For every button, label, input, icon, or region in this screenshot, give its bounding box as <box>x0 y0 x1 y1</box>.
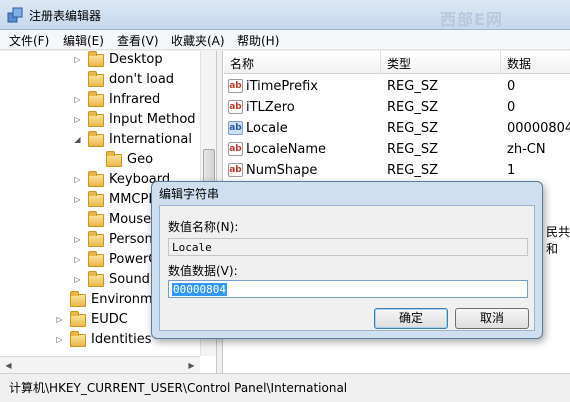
list-row-selected[interactable]: ab Locale REG_SZ 00000804 <box>224 118 570 139</box>
string-value-icon: ab <box>228 142 243 156</box>
title-bar: 注册表编辑器 西部E网 <box>0 0 570 30</box>
value-data-input[interactable]: 00000804 <box>168 280 528 298</box>
scroll-left-icon[interactable]: ◀ <box>0 357 17 373</box>
tree-item-label: Sound <box>109 272 150 287</box>
tree-item-label: Desktop <box>109 52 163 67</box>
folder-icon <box>70 311 86 327</box>
value-name: iTimePrefix <box>246 79 318 94</box>
expand-icon[interactable]: ▷ <box>55 315 64 324</box>
value-name-field: Locale <box>168 238 528 256</box>
tree-item-label: Input Method <box>109 112 196 127</box>
string-value-icon: ab <box>228 163 243 177</box>
list-row[interactable]: ab iTLZero REG_SZ 0 <box>224 97 570 118</box>
folder-open-icon <box>88 131 104 147</box>
value-type: REG_SZ <box>387 121 438 136</box>
list-row[interactable]: ab LocaleName REG_SZ zh-CN <box>224 139 570 160</box>
menu-edit[interactable]: 编辑(E) <box>63 32 104 49</box>
value-name: iTLZero <box>246 100 295 115</box>
folder-icon <box>88 191 104 207</box>
string-value-icon: ab <box>228 79 243 93</box>
scroll-right-icon[interactable]: ▶ <box>183 357 200 373</box>
value-type: REG_SZ <box>387 100 438 115</box>
value-data: zh-CN <box>507 142 546 157</box>
tree-item-label: MMCPL <box>109 192 156 207</box>
value-type: REG_SZ <box>387 163 438 178</box>
value-data: 00000804 <box>507 121 570 136</box>
truncated-data-text: 民共和 <box>546 225 570 256</box>
folder-icon <box>88 271 104 287</box>
folder-icon <box>88 251 104 267</box>
edit-string-dialog: 编辑字符串 数值名称(N): Locale 数值数据(V): 00000804 … <box>151 181 543 339</box>
list-header: 名称 类型 数据 <box>224 51 570 74</box>
value-type: REG_SZ <box>387 142 438 157</box>
expand-icon[interactable]: ▷ <box>73 55 82 64</box>
watermark-logo: 西部E网 <box>440 10 503 29</box>
list-row[interactable]: ab NumShape REG_SZ 1 <box>224 160 570 181</box>
registry-path: 计算机\HKEY_CURRENT_USER\Control Panel\Inte… <box>9 381 348 395</box>
column-header-type[interactable]: 类型 <box>387 55 411 72</box>
folder-icon <box>88 211 104 227</box>
folder-icon <box>88 91 104 107</box>
folder-icon <box>88 171 104 187</box>
folder-icon <box>106 151 122 167</box>
value-name: NumShape <box>246 163 318 178</box>
folder-icon <box>88 71 104 87</box>
folder-icon <box>88 51 104 67</box>
menu-favorites[interactable]: 收藏夹(A) <box>171 32 225 49</box>
value-name: Locale <box>246 121 288 136</box>
menu-file[interactable]: 文件(F) <box>9 32 49 49</box>
column-header-data[interactable]: 数据 <box>507 55 531 72</box>
column-divider[interactable] <box>380 51 381 74</box>
value-data: 0 <box>507 79 516 94</box>
column-header-name[interactable]: 名称 <box>230 55 254 72</box>
expand-icon[interactable]: ▷ <box>73 175 82 184</box>
value-data: 1 <box>507 163 516 178</box>
menu-view[interactable]: 查看(V) <box>117 32 159 49</box>
value-name-label: 数值名称(N): <box>168 220 239 234</box>
expand-icon[interactable]: ▷ <box>73 95 82 104</box>
value-data-label: 数值数据(V): <box>168 264 238 278</box>
tree-item-label: Mouse <box>109 212 152 227</box>
tree-item-label: International <box>109 132 192 147</box>
value-name: LocaleName <box>246 142 327 157</box>
ok-button[interactable]: 确定 <box>374 308 448 329</box>
registry-app-icon <box>7 7 23 23</box>
tree-item-label: don't load <box>109 72 175 87</box>
list-row[interactable]: ab iTimePrefix REG_SZ 0 <box>224 76 570 97</box>
tree-horizontal-scrollbar[interactable]: ◀ ▶ <box>0 356 200 373</box>
value-type: REG_SZ <box>387 79 438 94</box>
collapse-icon[interactable]: ◢ <box>73 135 82 144</box>
folder-icon <box>88 111 104 127</box>
selected-value-text: 00000804 <box>172 283 227 296</box>
string-value-icon: ab <box>228 100 243 114</box>
tree-item-label: EUDC <box>91 312 128 327</box>
tree-item-label: Identities <box>91 332 152 347</box>
dialog-title: 编辑字符串 <box>159 187 220 201</box>
expand-icon[interactable]: ▷ <box>55 335 64 344</box>
folder-icon <box>70 331 86 347</box>
expand-icon[interactable]: ▷ <box>73 255 82 264</box>
value-data: 0 <box>507 100 516 115</box>
tree-item-label: Infrared <box>109 92 161 107</box>
status-bar: 计算机\HKEY_CURRENT_USER\Control Panel\Inte… <box>0 373 570 402</box>
folder-icon <box>70 291 86 307</box>
folder-icon <box>88 231 104 247</box>
expand-icon[interactable]: ▷ <box>73 195 82 204</box>
menu-bar: 文件(F) 编辑(E) 查看(V) 收藏夹(A) 帮助(H) <box>0 30 570 50</box>
dialog-body: 数值名称(N): Locale 数值数据(V): 00000804 确定 取消 <box>159 205 535 331</box>
menu-help[interactable]: 帮助(H) <box>237 32 279 49</box>
expand-icon[interactable]: ▷ <box>73 115 82 124</box>
expand-icon[interactable]: ▷ <box>73 275 82 284</box>
expand-icon[interactable]: ▷ <box>73 235 82 244</box>
column-divider[interactable] <box>500 51 501 74</box>
tree-item-label: Geo <box>127 152 154 167</box>
cancel-button[interactable]: 取消 <box>455 308 529 329</box>
string-value-icon: ab <box>228 121 243 135</box>
window-title: 注册表编辑器 <box>29 9 102 23</box>
